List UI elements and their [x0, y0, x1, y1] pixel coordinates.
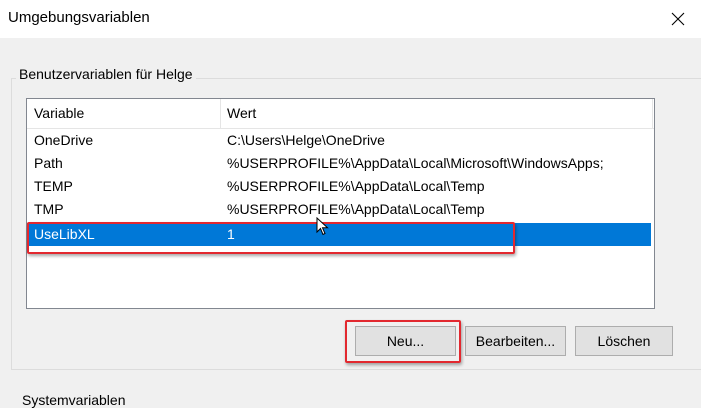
variable-value: C:\Users\Helge\OneDrive [227, 132, 385, 148]
user-variables-list[interactable]: Variable Wert OneDrive C:\Users\Helge\On… [26, 98, 655, 309]
delete-button-label: Löschen [597, 333, 651, 349]
title-bar: Umgebungsvariablen [0, 0, 701, 38]
variable-name: Path [34, 155, 63, 171]
list-item[interactable]: OneDrive C:\Users\Helge\OneDrive [27, 129, 651, 152]
list-item[interactable]: TEMP %USERPROFILE%\AppData\Local\Temp [27, 175, 651, 198]
edit-button-label: Bearbeiten... [475, 333, 556, 349]
delete-button[interactable]: Löschen [575, 326, 673, 356]
variable-value: %USERPROFILE%\AppData\Local\Microsoft\Wi… [227, 155, 604, 171]
window-title: Umgebungsvariablen [8, 9, 150, 26]
system-variables-group-label: Systemvariablen [22, 392, 126, 408]
annotation-highlight-row [27, 222, 515, 254]
column-header-value[interactable]: Wert [227, 105, 256, 121]
edit-button[interactable]: Bearbeiten... [465, 326, 566, 356]
list-item[interactable]: TMP %USERPROFILE%\AppData\Local\Temp [27, 198, 651, 221]
column-separator[interactable] [220, 99, 221, 128]
column-separator[interactable] [652, 99, 653, 128]
variable-value: %USERPROFILE%\AppData\Local\Temp [227, 178, 485, 194]
variable-name: TMP [34, 201, 64, 217]
mouse-cursor-icon [316, 217, 329, 236]
close-icon [671, 12, 685, 26]
user-variables-group-label: Benutzervariablen für Helge [16, 66, 196, 82]
list-item[interactable]: Path %USERPROFILE%\AppData\Local\Microso… [27, 152, 651, 175]
column-header-variable[interactable]: Variable [34, 105, 84, 121]
variable-name: OneDrive [34, 132, 94, 148]
variable-name: TEMP [34, 178, 73, 194]
list-header: Variable Wert [27, 99, 654, 129]
close-button[interactable] [655, 0, 701, 38]
annotation-highlight-button [345, 320, 461, 363]
variable-value: %USERPROFILE%\AppData\Local\Temp [227, 201, 485, 217]
